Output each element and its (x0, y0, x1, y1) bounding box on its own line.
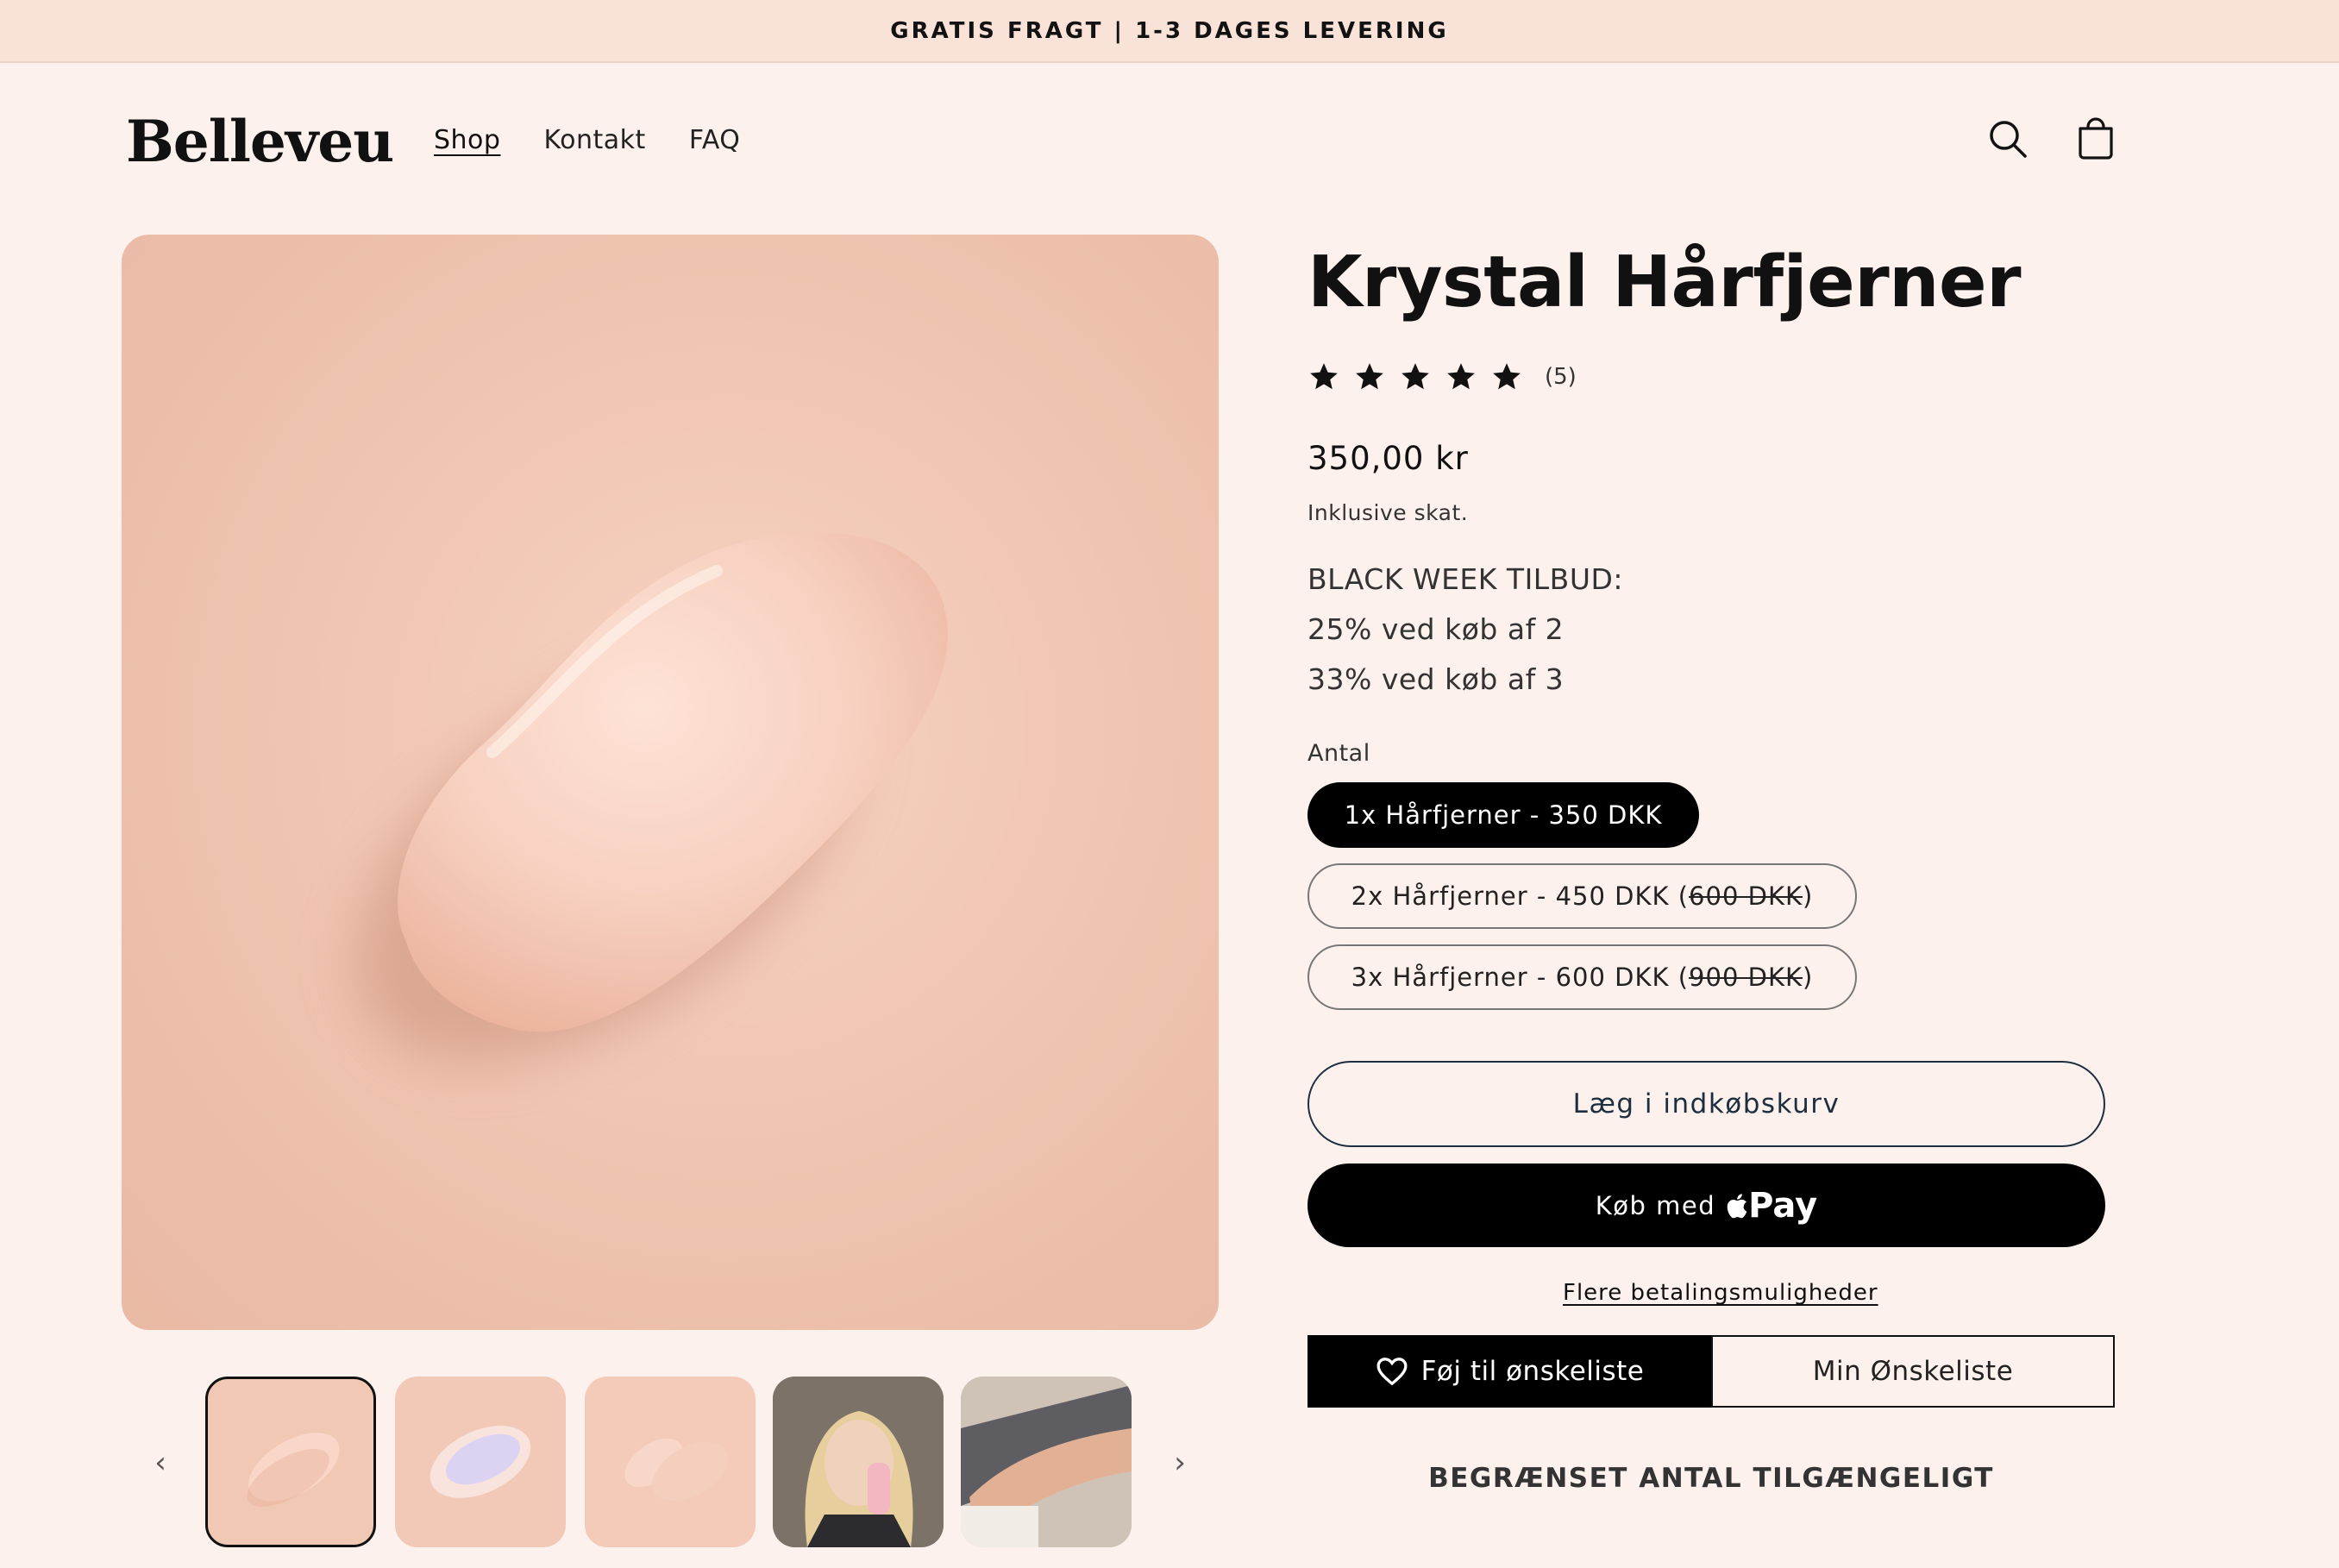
add-to-wishlist-label: Føj til ønskeliste (1420, 1356, 1645, 1387)
option-2x-label: 2x Hårfjerner - 450 DKK ( (1351, 881, 1690, 911)
nav-shop[interactable]: Shop (434, 125, 500, 155)
thumbnail-3[interactable] (585, 1377, 756, 1547)
chevron-left-icon[interactable]: ‹ (143, 1446, 178, 1480)
rating[interactable]: (5) (1307, 361, 1577, 393)
thumbnail-2[interactable] (395, 1377, 566, 1547)
option-3x-label: 3x Hårfjerner - 600 DKK ( (1351, 963, 1690, 992)
add-to-wishlist-button[interactable]: Føj til ønskeliste (1307, 1335, 1711, 1408)
thumbnail-5[interactable] (961, 1377, 1132, 1547)
announcement-text: GRATIS FRAGT | 1-3 DAGES LEVERING (890, 17, 1449, 44)
promo-line-1: 25% ved køb af 2 (1307, 612, 1565, 646)
more-payment-options-link[interactable]: Flere betalingsmuligheder (1563, 1280, 1878, 1306)
logo[interactable]: Belleveu (126, 108, 394, 175)
main-nav: Shop Kontakt FAQ (434, 125, 740, 155)
announcement-bar: GRATIS FRAGT | 1-3 DAGES LEVERING (0, 0, 2339, 63)
chevron-right-icon[interactable]: › (1163, 1446, 1197, 1480)
nav-kontakt[interactable]: Kontakt (543, 125, 645, 155)
option-1x-label: 1x Hårfjerner - 350 DKK (1344, 800, 1663, 830)
add-to-cart-button[interactable]: Læg i indkøbskurv (1307, 1061, 2105, 1147)
my-wishlist-label: Min Ønskeliste (1812, 1356, 2014, 1387)
thumbnail-strip: ‹ › (0, 1377, 1225, 1549)
tax-note: Inklusive skat. (1307, 500, 1469, 525)
thumbnail-4[interactable] (773, 1377, 944, 1547)
option-2x[interactable]: 2x Hårfjerner - 450 DKK (600 DKK) (1307, 863, 1857, 929)
thumbnail-1[interactable] (205, 1377, 376, 1547)
star-icon (1493, 363, 1521, 390)
star-icon (1310, 363, 1338, 390)
star-icon (1402, 363, 1429, 390)
heart-icon (1376, 1358, 1408, 1386)
limited-stock-notice: BEGRÆNSET ANTAL TILGÆNGELIGT (1428, 1463, 1994, 1494)
add-to-cart-label: Læg i indkøbskurv (1572, 1088, 1840, 1120)
option-2x-suffix: ) (1802, 881, 1814, 911)
rating-count: (5) (1545, 364, 1577, 390)
option-1x[interactable]: 1x Hårfjerner - 350 DKK (1307, 782, 1699, 848)
my-wishlist-button[interactable]: Min Ønskeliste (1711, 1335, 2115, 1408)
apple-pay-brand: Pay (1748, 1185, 1818, 1226)
star-icon (1447, 363, 1475, 390)
apple-pay-mark: Pay (1724, 1186, 1817, 1226)
apple-logo-icon (1727, 1193, 1747, 1218)
apple-pay-prefix: Køb med (1595, 1190, 1716, 1220)
option-2x-old-price: 600 DKK (1689, 881, 1803, 911)
search-icon[interactable] (1985, 116, 2030, 161)
product-price: 350,00 kr (1307, 440, 1469, 477)
star-icon (1356, 363, 1383, 390)
promo-line-2: 33% ved køb af 3 (1307, 662, 1565, 696)
promo-heading: BLACK WEEK TILBUD: (1307, 562, 1624, 596)
option-3x-suffix: ) (1802, 963, 1814, 992)
option-3x-old-price: 900 DKK (1689, 963, 1803, 992)
option-3x[interactable]: 3x Hårfjerner - 600 DKK (900 DKK) (1307, 944, 1857, 1010)
main-product-image[interactable] (122, 235, 1219, 1330)
cart-icon[interactable] (2073, 116, 2118, 161)
nav-faq[interactable]: FAQ (689, 125, 741, 155)
site-header: Belleveu Shop Kontakt FAQ (0, 63, 2339, 218)
product-title: Krystal Hårfjerner (1307, 241, 2022, 323)
quantity-label: Antal (1307, 740, 1370, 767)
apple-pay-button[interactable]: Køb med Pay (1307, 1163, 2105, 1247)
